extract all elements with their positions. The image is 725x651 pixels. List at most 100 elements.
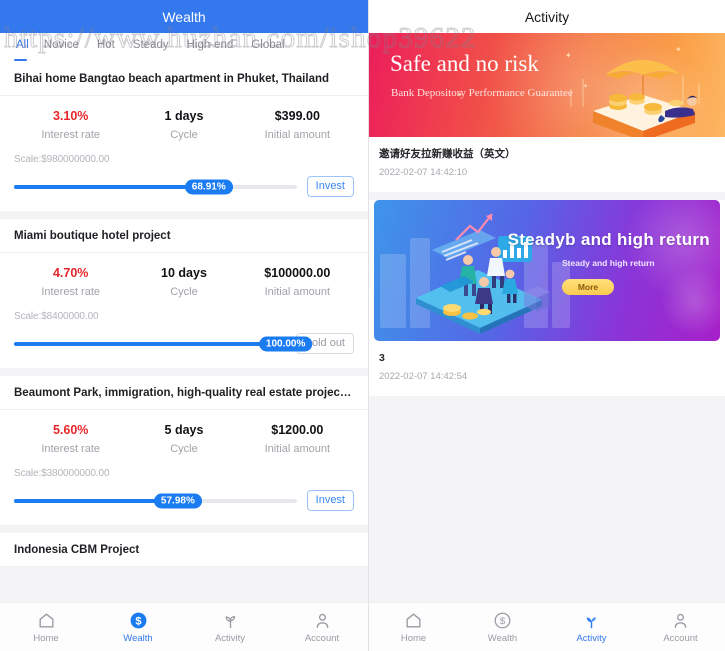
person-icon: [313, 609, 332, 631]
product-scale: Scale:$980000000.00: [14, 154, 110, 165]
nav-label: Activity: [576, 633, 607, 644]
activity-list[interactable]: ✦ ✦ ✦ ✦ Safe and no risk Bank Depository…: [369, 33, 725, 602]
nav-item-activity[interactable]: Activity: [184, 603, 276, 651]
progress-bar[interactable]: 68.91%: [14, 179, 297, 194]
product-stats: 5.60% Interest rate 5 days Cycle $1200.0…: [14, 420, 354, 459]
product-scale: Scale:$8400000.00: [14, 311, 99, 322]
interest-rate-value: 3.10%: [52, 109, 89, 123]
initial-amount-label: Initial amount: [264, 286, 331, 298]
activity-header: Activity: [369, 0, 725, 33]
progress-fill: [14, 184, 209, 189]
stat-initial-amount: $399.00 Initial amount: [241, 106, 354, 145]
tab-label: Hot: [96, 39, 115, 51]
nav-label: Wealth: [123, 633, 153, 644]
activity-banner-image[interactable]: ✦ ✦ ✦ ✦ Safe and no risk Bank Depository…: [369, 33, 725, 137]
banner-glow: [660, 266, 720, 336]
cycle-value: 10 days: [161, 266, 207, 280]
interest-rate-value: 5.60%: [52, 423, 89, 437]
product-progress-row: 100.00% Sold out: [14, 333, 354, 354]
product-stats: 3.10% Interest rate 1 days Cycle $399.00…: [14, 106, 354, 145]
banner-title: Steadyb and high return: [507, 230, 710, 249]
activity-meta: 邀请好友拉新赚收益（英文） 2022-02-07 14:42:10: [369, 137, 725, 192]
nav-label: Account: [304, 633, 340, 644]
initial-amount-value: $100000.00: [264, 266, 331, 280]
interest-rate-label: Interest rate: [41, 129, 101, 141]
activity-date: 2022-02-07 14:42:54: [379, 371, 468, 382]
tab-novice[interactable]: Novice: [35, 37, 88, 62]
tab-label: Novice: [43, 39, 79, 51]
cycle-label: Cycle: [170, 443, 198, 455]
initial-amount-label: Initial amount: [264, 129, 331, 141]
cycle-value: 5 days: [164, 423, 204, 437]
product-stats: 4.70% Interest rate 10 days Cycle $10000…: [14, 263, 354, 302]
nav-label: Wealth: [487, 633, 518, 644]
product-list[interactable]: Bihai home Bangtao beach apartment in Ph…: [0, 62, 368, 602]
initial-amount-value: $399.00: [274, 109, 320, 123]
product-title: Miami boutique hotel project: [0, 219, 368, 253]
home-icon: [404, 609, 423, 631]
invest-button[interactable]: Invest: [306, 490, 354, 511]
initial-amount-label: Initial amount: [264, 443, 331, 455]
stat-cycle: 10 days Cycle: [127, 263, 240, 302]
dollar-circle-icon: $: [129, 609, 148, 631]
nav-item-wealth[interactable]: $ Wealth: [92, 603, 184, 651]
activity-item[interactable]: Steadyb and high return Steady and high …: [369, 200, 725, 396]
product-card[interactable]: Indonesia CBM Project: [0, 533, 368, 567]
activity-name: 邀请好友拉新赚收益（英文）: [379, 148, 516, 160]
product-title: Indonesia CBM Project: [0, 533, 368, 567]
tab-global[interactable]: Global: [242, 37, 293, 62]
progress-bar[interactable]: 100.00%: [14, 336, 313, 351]
product-body: 5.60% Interest rate 5 days Cycle $1200.0…: [0, 410, 368, 525]
nav-item-account[interactable]: Account: [276, 603, 368, 651]
sprout-icon: [582, 609, 601, 631]
nav-label: Home: [33, 633, 59, 644]
product-card[interactable]: Bihai home Bangtao beach apartment in Ph…: [0, 62, 368, 211]
activity-banner-image[interactable]: Steadyb and high return Steady and high …: [374, 200, 720, 341]
activity-item[interactable]: ✦ ✦ ✦ ✦ Safe and no risk Bank Depository…: [369, 33, 725, 192]
initial-amount-value: $1200.00: [271, 423, 324, 437]
tab-high-end[interactable]: High-end: [178, 37, 243, 62]
wealth-panel: Wealth All Novice Hot Steady High-end Gl…: [0, 0, 369, 651]
tab-label: Steady: [132, 39, 169, 51]
product-title: Bihai home Bangtao beach apartment in Ph…: [0, 62, 368, 96]
nav-item-wealth[interactable]: $ Wealth: [458, 603, 547, 651]
progress-bar[interactable]: 57.98%: [14, 493, 297, 508]
progress-value-badge: 68.91%: [184, 179, 233, 194]
banner-glow: [624, 200, 720, 300]
product-card[interactable]: Beaumont Park, immigration, high-quality…: [0, 376, 368, 525]
sprout-icon: [221, 609, 240, 631]
tab-label: All: [16, 39, 29, 51]
svg-text:$: $: [500, 616, 506, 627]
tab-steady[interactable]: Steady: [124, 37, 178, 62]
stat-initial-amount: $100000.00 Initial amount: [241, 263, 354, 302]
page-title: Wealth: [162, 8, 206, 25]
umbrella-coins-illustration: [570, 60, 700, 137]
office-team-illustration: [380, 213, 570, 334]
product-progress-row: 57.98% Invest: [14, 490, 354, 511]
nav-item-home[interactable]: Home: [369, 603, 458, 651]
nav-item-account[interactable]: Account: [636, 603, 725, 651]
banner-subtitle: Bank Depository Performance Guarantee: [391, 87, 573, 99]
nav-item-home[interactable]: Home: [0, 603, 92, 651]
nav-label: Activity: [214, 633, 246, 644]
bottom-nav-right: Home $ Wealth Activity Account: [369, 602, 725, 651]
banner-title: Safe and no risk: [390, 51, 539, 76]
tab-all[interactable]: All: [8, 37, 35, 62]
stat-interest-rate: 4.70% Interest rate: [14, 263, 127, 302]
more-button[interactable]: More: [562, 279, 614, 295]
invest-button[interactable]: Invest: [306, 176, 354, 197]
interest-rate-label: Interest rate: [41, 443, 101, 455]
stat-cycle: 1 days Cycle: [127, 106, 240, 145]
product-filter-tabs: All Novice Hot Steady High-end Global: [0, 33, 368, 62]
app-screen: Wealth All Novice Hot Steady High-end Gl…: [0, 0, 725, 651]
activity-meta: 3 2022-02-07 14:42:54: [369, 341, 725, 396]
progress-value-badge: 100.00%: [258, 336, 313, 351]
page-title: Activity: [524, 8, 570, 25]
product-card[interactable]: Miami boutique hotel project 4.70% Inter…: [0, 219, 368, 368]
nav-label: Home: [400, 633, 427, 644]
activity-name: 3: [379, 352, 385, 364]
nav-item-activity[interactable]: Activity: [547, 603, 636, 651]
tab-hot[interactable]: Hot: [88, 37, 124, 62]
svg-text:$: $: [135, 615, 141, 627]
product-body: 3.10% Interest rate 1 days Cycle $399.00…: [0, 96, 368, 211]
